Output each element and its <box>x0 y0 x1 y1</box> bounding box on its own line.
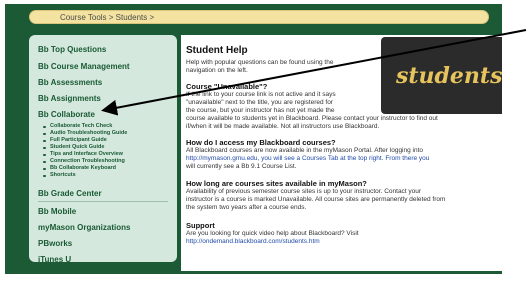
annotation-arrow <box>101 29 527 116</box>
